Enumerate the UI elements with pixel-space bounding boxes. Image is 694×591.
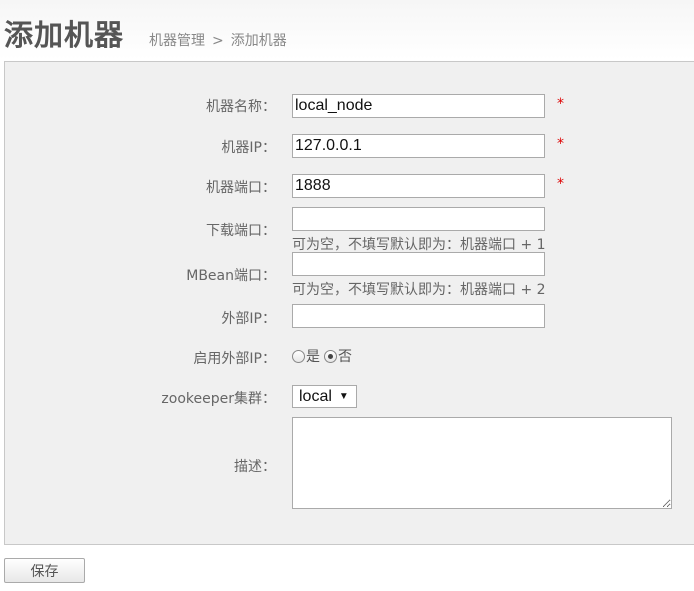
radio-yes[interactable] xyxy=(292,349,305,363)
save-button[interactable]: 保存 xyxy=(4,558,85,583)
page-header: 添加机器 机器管理 > 添加机器 xyxy=(0,0,694,60)
breadcrumb-current: 添加机器 xyxy=(230,33,287,49)
machine-name-input[interactable] xyxy=(292,94,545,118)
external-ip-label: 外部IP： xyxy=(221,311,276,327)
machine-name-label: 机器名称： xyxy=(206,99,276,115)
breadcrumb-parent[interactable]: 机器管理 xyxy=(149,33,205,49)
download-port-input[interactable] xyxy=(292,207,545,231)
breadcrumb: 机器管理 > 添加机器 xyxy=(149,30,287,50)
zookeeper-cluster-select[interactable]: local ▼ xyxy=(292,385,357,408)
radio-no[interactable] xyxy=(324,349,337,363)
description-textarea[interactable] xyxy=(292,417,672,509)
mbean-port-input[interactable] xyxy=(292,252,545,276)
machine-ip-label: 机器IP： xyxy=(221,140,276,156)
machine-port-required-mark: * xyxy=(557,176,564,192)
page-title: 添加机器 xyxy=(4,18,125,52)
machine-name-required-mark: * xyxy=(557,96,564,112)
radio-no-label[interactable]: 否 xyxy=(338,346,352,366)
dropdown-arrow-icon: ▼ xyxy=(338,391,349,402)
machine-port-input[interactable] xyxy=(292,174,545,198)
machine-ip-input[interactable] xyxy=(292,134,545,158)
use-external-ip-radio-group: 是 否 xyxy=(292,346,356,366)
zookeeper-cluster-label: zookeeper集群： xyxy=(161,391,276,407)
external-ip-input[interactable] xyxy=(292,304,545,328)
mbean-port-hint: 可为空，不填写默认即为：机器端口 + 2 xyxy=(292,282,546,298)
download-port-hint: 可为空，不填写默认即为：机器端口 + 1 xyxy=(292,237,546,253)
zookeeper-cluster-selected-value: local xyxy=(299,387,332,405)
description-label: 描述： xyxy=(234,459,276,475)
breadcrumb-separator: > xyxy=(212,33,224,49)
use-external-ip-label: 启用外部IP： xyxy=(193,351,276,367)
machine-ip-required-mark: * xyxy=(557,136,564,152)
radio-yes-label[interactable]: 是 xyxy=(306,346,320,366)
download-port-label: 下载端口： xyxy=(206,223,276,239)
mbean-port-label: MBean端口： xyxy=(186,268,276,284)
machine-port-label: 机器端口： xyxy=(206,180,276,196)
